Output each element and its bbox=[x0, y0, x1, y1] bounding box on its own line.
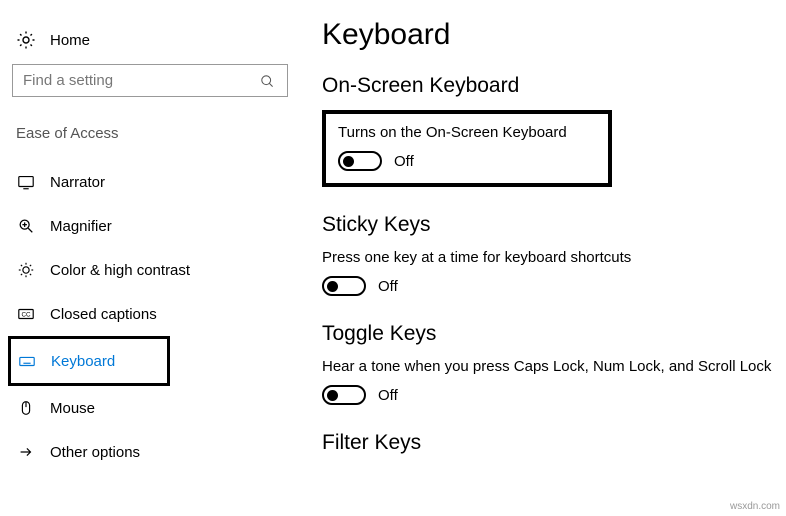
sidebar-item-label: Mouse bbox=[50, 400, 95, 417]
home-label: Home bbox=[50, 32, 90, 49]
highlight-box-keyboard: Keyboard bbox=[8, 336, 170, 386]
onscreen-toggle[interactable] bbox=[338, 151, 382, 171]
highlight-box-onscreen: Turns on the On-Screen Keyboard Off bbox=[322, 110, 612, 187]
sidebar-item-label: Narrator bbox=[50, 174, 105, 191]
sidebar-item-color-contrast[interactable]: Color & high contrast bbox=[10, 248, 290, 292]
section-title-onscreen: On-Screen Keyboard bbox=[322, 74, 776, 98]
search-icon bbox=[257, 71, 277, 91]
sticky-desc: Press one key at a time for keyboard sho… bbox=[322, 249, 776, 266]
sidebar-section-header: Ease of Access bbox=[10, 125, 290, 160]
section-title-sticky: Sticky Keys bbox=[322, 213, 776, 237]
sidebar-item-other-options[interactable]: Other options bbox=[10, 430, 290, 474]
sidebar-item-label: Keyboard bbox=[51, 353, 115, 370]
sidebar-item-label: Closed captions bbox=[50, 306, 157, 323]
sidebar-item-keyboard[interactable]: Keyboard bbox=[11, 339, 167, 383]
content-panel: Keyboard On-Screen Keyboard Turns on the… bbox=[300, 0, 786, 516]
page-title: Keyboard bbox=[322, 18, 776, 52]
keyboard-icon bbox=[17, 351, 37, 371]
sidebar-item-label: Other options bbox=[50, 444, 140, 461]
mouse-icon bbox=[16, 398, 36, 418]
sidebar-item-closed-captions[interactable]: CC Closed captions bbox=[10, 292, 290, 336]
cc-icon: CC bbox=[16, 304, 36, 324]
sidebar-item-magnifier[interactable]: Magnifier bbox=[10, 204, 290, 248]
sidebar: Home Ease of Access Narrator Magnifier bbox=[0, 0, 300, 516]
brightness-icon bbox=[16, 260, 36, 280]
arrow-icon bbox=[16, 442, 36, 462]
watermark: wsxdn.com bbox=[730, 501, 780, 512]
sidebar-item-label: Color & high contrast bbox=[50, 262, 190, 279]
sticky-toggle[interactable] bbox=[322, 276, 366, 296]
section-title-filter: Filter Keys bbox=[322, 431, 776, 455]
sidebar-item-mouse[interactable]: Mouse bbox=[10, 386, 290, 430]
togglekeys-desc: Hear a tone when you press Caps Lock, Nu… bbox=[322, 358, 776, 375]
search-input-container[interactable] bbox=[12, 64, 288, 97]
togglekeys-toggle[interactable] bbox=[322, 385, 366, 405]
togglekeys-toggle-state: Off bbox=[378, 387, 398, 404]
screen-icon bbox=[16, 172, 36, 192]
svg-text:CC: CC bbox=[21, 312, 31, 319]
onscreen-desc: Turns on the On-Screen Keyboard bbox=[338, 124, 596, 141]
search-input[interactable] bbox=[23, 72, 257, 89]
magnifier-icon bbox=[16, 216, 36, 236]
gear-icon bbox=[16, 30, 36, 50]
sidebar-item-narrator[interactable]: Narrator bbox=[10, 160, 290, 204]
section-title-togglekeys: Toggle Keys bbox=[322, 322, 776, 346]
onscreen-toggle-state: Off bbox=[394, 153, 414, 170]
sidebar-item-label: Magnifier bbox=[50, 218, 112, 235]
sticky-toggle-state: Off bbox=[378, 278, 398, 295]
home-button[interactable]: Home bbox=[10, 26, 290, 64]
